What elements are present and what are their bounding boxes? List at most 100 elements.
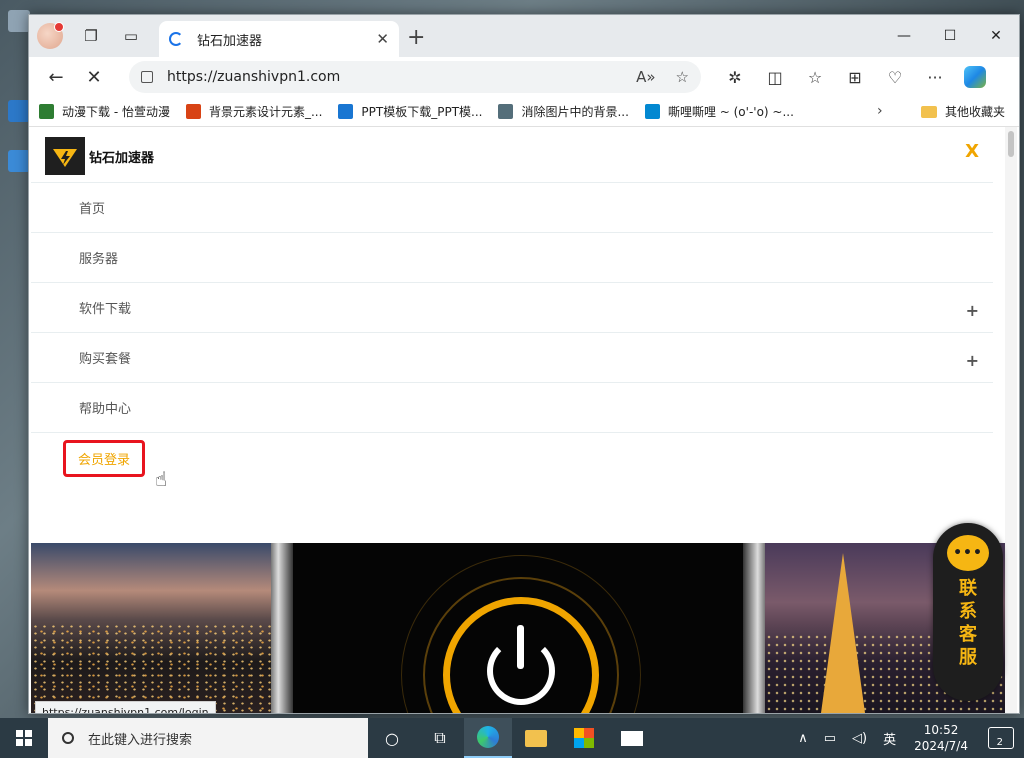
page-scrollbar[interactable] — [1005, 127, 1017, 713]
menu-item-buy[interactable]: 购买套餐 + — [31, 333, 993, 383]
desktop-icon[interactable] — [8, 150, 30, 172]
site-name[interactable]: 钻石加速器 — [89, 147, 154, 166]
banner-frame — [743, 543, 765, 713]
profile-avatar[interactable] — [37, 22, 64, 49]
menu-close-icon[interactable]: X — [965, 141, 979, 162]
browser-essentials-icon[interactable]: ♡ — [875, 68, 915, 87]
menu-label: 首页 — [79, 202, 106, 217]
address-bar[interactable]: https://zuanshivpn1.com A» ☆ — [129, 61, 701, 93]
expand-plus-icon[interactable]: + — [966, 351, 979, 370]
cortana-icon[interactable]: ○ — [368, 718, 416, 758]
eiffel-tower-shape — [821, 553, 865, 713]
favicon-icon — [644, 104, 660, 119]
web-page: 钻石加速器 X 首页 服务器 软件下载 + 购买套餐 + 帮助中心 会员登录 ☝… — [31, 127, 1005, 713]
tab-active[interactable]: 钻石加速器 ✕ — [159, 21, 399, 57]
stop-loading-icon[interactable]: ✕ — [75, 57, 113, 97]
maximize-icon[interactable]: ☐ — [927, 15, 973, 57]
taskbar-edge[interactable] — [464, 718, 512, 758]
hand-cursor-icon: ☝ — [155, 467, 168, 491]
taskbar-store[interactable] — [560, 718, 608, 758]
favorite-item[interactable]: PPT模板下载_PPT模... — [338, 103, 482, 120]
favorite-label: 动漫下载 - 怡萱动漫 — [62, 105, 170, 119]
back-icon[interactable]: ← — [37, 57, 75, 97]
folder-label: 其他收藏夹 — [945, 105, 1006, 119]
favicon-icon — [39, 104, 54, 119]
ime-indicator[interactable]: 英 — [875, 729, 904, 748]
expand-plus-icon[interactable]: + — [966, 301, 979, 320]
folder-icon — [921, 105, 937, 118]
more-menu-icon[interactable]: ··· — [915, 68, 955, 87]
minimize-icon[interactable]: — — [881, 15, 927, 57]
favorite-label: PPT模板下载_PPT模... — [361, 105, 483, 119]
tray-chevron-icon[interactable]: ∧ — [790, 731, 816, 746]
favorite-star-icon[interactable]: ☆ — [676, 68, 689, 86]
chevron-right-icon[interactable]: › — [877, 103, 883, 119]
close-window-icon[interactable]: ✕ — [973, 15, 1019, 57]
menu-label: 购买套餐 — [79, 352, 132, 367]
favicon-icon — [185, 104, 201, 119]
customer-service-button[interactable]: ••• 联系客服 — [933, 523, 1003, 701]
site-header: 钻石加速器 X — [31, 127, 993, 183]
read-aloud-icon[interactable]: A» — [636, 68, 655, 86]
site-logo-icon[interactable] — [45, 137, 85, 175]
city-night-image — [31, 543, 271, 713]
favorite-item[interactable]: 消除图片中的背景... — [498, 103, 629, 120]
desktop-icon[interactable] — [8, 100, 30, 122]
collections-icon[interactable]: ⊞ — [835, 68, 875, 87]
edge-icon — [477, 726, 499, 748]
hero-banner — [31, 543, 1005, 713]
notification-count: 2 — [996, 737, 1003, 748]
file-explorer-icon — [525, 729, 547, 747]
member-login-link[interactable]: 会员登录 — [63, 439, 146, 477]
system-tray: ∧ ▭ ◁) 英 10:52 2024/7/4 2 — [790, 718, 1024, 758]
copilot-icon[interactable] — [955, 66, 995, 88]
volume-icon[interactable]: ◁) — [844, 731, 875, 746]
workspaces-icon[interactable]: ❐ — [71, 15, 111, 57]
task-view-icon[interactable]: ⧉ — [416, 718, 464, 758]
favorites-icon[interactable]: ☆ — [795, 68, 835, 87]
taskbar-search[interactable]: 在此键入进行搜索 — [48, 718, 368, 758]
lock-icon[interactable] — [141, 71, 153, 83]
tab-title: 钻石加速器 — [197, 33, 263, 49]
loading-spinner-icon — [169, 32, 183, 46]
toolbar-icons: ✲ ◫ ☆ ⊞ ♡ ··· — [715, 57, 995, 97]
favorite-item[interactable]: 背景元素设计元素_... — [185, 103, 322, 120]
taskbar-explorer[interactable] — [512, 718, 560, 758]
menu-label: 服务器 — [79, 252, 119, 267]
banner-frame — [271, 543, 293, 713]
clock[interactable]: 10:52 2024/7/4 — [904, 722, 978, 754]
network-icon[interactable]: ▭ — [816, 731, 844, 746]
tab-actions-icon[interactable]: ▭ — [111, 15, 151, 57]
new-tab-icon[interactable]: + — [407, 25, 425, 50]
other-favorites-folder[interactable]: 其他收藏夹 — [921, 103, 1005, 120]
status-bar-url: https://zuanshivpn1.com/login — [35, 701, 216, 713]
tab-close-icon[interactable]: ✕ — [376, 30, 389, 48]
mail-icon — [621, 730, 643, 746]
desktop-icon[interactable] — [8, 10, 30, 32]
search-placeholder: 在此键入进行搜索 — [88, 732, 193, 748]
favorite-item[interactable]: 动漫下载 - 怡萱动漫 — [39, 103, 170, 120]
taskbar-mail[interactable] — [608, 718, 656, 758]
chat-bubble-icon: ••• — [947, 535, 989, 571]
extensions-icon[interactable]: ✲ — [715, 68, 755, 87]
browser-window: ❐ ▭ 钻石加速器 ✕ + — ☐ ✕ ← ✕ https://zuanshiv… — [28, 14, 1020, 714]
window-controls: — ☐ ✕ — [881, 15, 1019, 57]
favicon-icon — [498, 104, 514, 119]
start-button[interactable] — [0, 718, 48, 758]
menu-item-login[interactable]: 会员登录 — [31, 433, 993, 483]
menu-item-servers[interactable]: 服务器 — [31, 233, 993, 283]
notification-center-icon[interactable]: 2 — [988, 727, 1014, 749]
split-screen-icon[interactable]: ◫ — [755, 68, 795, 87]
menu-item-help[interactable]: 帮助中心 — [31, 383, 993, 433]
menu-label: 软件下载 — [79, 302, 132, 317]
favorites-bar: 动漫下载 - 怡萱动漫 背景元素设计元素_... PPT模板下载_PPT模...… — [29, 97, 1019, 127]
favorite-item[interactable]: 嘶哩嘶哩 ~ (o'-'o) ~... — [644, 103, 794, 120]
customer-service-label: 联系客服 — [959, 578, 977, 668]
menu-item-download[interactable]: 软件下载 + — [31, 283, 993, 333]
url-text: https://zuanshivpn1.com — [167, 69, 341, 85]
nav-menu: 首页 服务器 软件下载 + 购买套餐 + 帮助中心 会员登录 — [31, 183, 993, 483]
menu-item-home[interactable]: 首页 — [31, 183, 993, 233]
search-icon — [62, 732, 74, 744]
taskbar: 在此键入进行搜索 ○ ⧉ ∧ ▭ ◁) 英 10:52 2024/7/4 2 — [0, 718, 1024, 758]
favorite-label: 嘶哩嘶哩 ~ (o'-'o) ~... — [667, 105, 794, 119]
